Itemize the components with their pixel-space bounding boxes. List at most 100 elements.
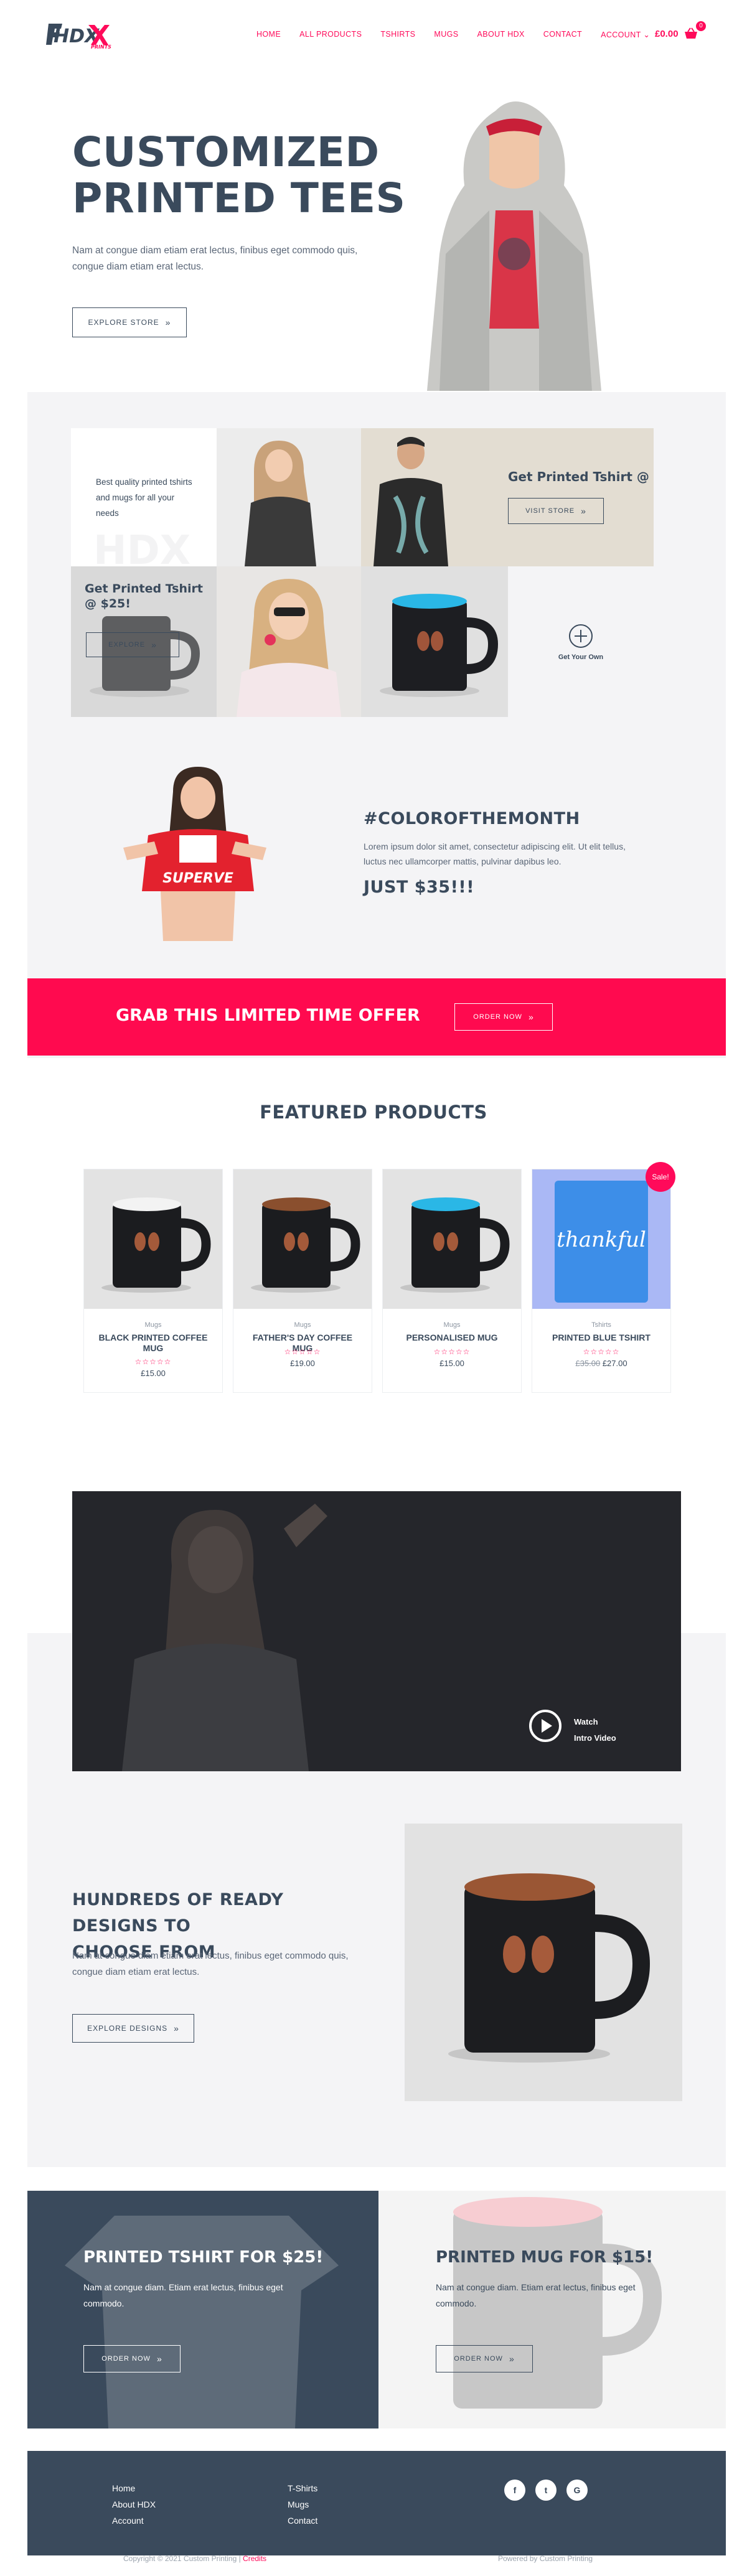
explore-store-button[interactable]: EXPLORE STORE »: [72, 307, 187, 337]
nav-about[interactable]: ABOUT HDX: [477, 30, 524, 39]
watch-video-label: Watch Intro Video: [574, 1714, 616, 1746]
limited-offer-banner: GRAB THIS LIMITED TIME OFFER ORDER NOW »: [27, 978, 726, 1056]
facebook-icon[interactable]: f: [504, 2480, 525, 2501]
product-price: £15.00: [141, 1369, 166, 1378]
credits-link[interactable]: Credits: [243, 2554, 266, 2563]
boy-image: [374, 437, 448, 566]
nav-contact[interactable]: CONTACT: [543, 30, 582, 39]
intro-text: Best quality printed tshirts and mugs fo…: [96, 477, 192, 518]
star-rating-icon: ☆☆☆☆☆: [433, 1347, 471, 1356]
svg-text:thankful: thankful: [557, 1227, 646, 1252]
video-thumbnail-image: [122, 1504, 327, 1771]
footer-link-mugs[interactable]: Mugs: [288, 2499, 309, 2509]
double-chevron-right-icon: »: [151, 640, 157, 650]
basket-icon: [684, 27, 697, 39]
hero-title-line2: PRINTED TEES: [72, 174, 406, 222]
double-chevron-right-icon: »: [528, 1012, 534, 1022]
star-rating-icon: ☆☆☆☆☆: [284, 1347, 321, 1356]
mug-explore-button[interactable]: EXPLORE »: [86, 632, 179, 657]
twitter-icon[interactable]: t: [535, 2480, 557, 2501]
product-price: £19.00: [290, 1359, 315, 1368]
product-category: Mugs: [294, 1321, 311, 1329]
nav-account[interactable]: ACCOUNT ⌄: [601, 30, 650, 39]
visit-store-button[interactable]: VISIT STORE »: [508, 498, 604, 524]
powered-by: Powered by Custom Printing: [498, 2554, 593, 2563]
product-card[interactable]: Mugs PERSONALISED MUG ☆☆☆☆☆ £15.00: [382, 1169, 522, 1393]
product-name[interactable]: PRINTED BLUE TSHIRT: [532, 1332, 670, 1343]
tshirt-order-label: ORDER NOW: [101, 2355, 151, 2363]
cart-button[interactable]: £0.00 0: [655, 21, 706, 40]
footer: Home About HDX Account T-Shirts Mugs Con…: [27, 2451, 726, 2555]
product-image: [233, 1169, 372, 1309]
get-your-own-label: Get Your Own: [558, 653, 604, 661]
product-card[interactable]: Mugs BLACK PRINTED COFFEE MUG ☆☆☆☆☆ £15.…: [83, 1169, 223, 1393]
designs-title-line1: HUNDREDS OF READY DESIGNS TO: [72, 1890, 284, 1936]
mug-explore-label: EXPLORE: [108, 641, 146, 649]
copyright-text: Copyright © 2021 Custom Printing |: [123, 2554, 243, 2563]
footer-link-contact[interactable]: Contact: [288, 2516, 317, 2526]
star-rating-icon: ☆☆☆☆☆: [583, 1347, 620, 1356]
color-month-text: Lorem ipsum dolor sit amet, consectetur …: [364, 841, 626, 866]
explore-designs-label: EXPLORE DESIGNS: [87, 2024, 168, 2033]
watch-label-line1: Watch: [574, 1717, 598, 1726]
logo-subtext: PRINTS: [91, 44, 111, 50]
footer-link-about[interactable]: About HDX: [112, 2499, 156, 2509]
logo-mark: HDX PRINTS: [46, 24, 111, 50]
product-price: £15.00: [439, 1359, 464, 1368]
intro-video[interactable]: Watch Intro Video: [72, 1491, 681, 1771]
nav-all-products[interactable]: ALL PRODUCTS: [299, 30, 362, 39]
play-icon[interactable]: [529, 1709, 562, 1743]
mug-order-button[interactable]: ORDER NOW »: [436, 2345, 533, 2372]
product-name[interactable]: BLACK PRINTED COFFEE MUG: [84, 1332, 222, 1354]
tshirt-offer-heading: PRINTED TSHIRT FOR $25!: [83, 2248, 324, 2267]
tshirt-order-button[interactable]: ORDER NOW »: [83, 2345, 181, 2372]
double-chevron-right-icon: »: [174, 2023, 179, 2033]
product-image: [383, 1169, 521, 1309]
sale-badge: Sale!: [646, 1162, 675, 1192]
featured-products-title: FEATURED PRODUCTS: [260, 1102, 487, 1123]
footer-link-tshirts[interactable]: T-Shirts: [288, 2483, 317, 2493]
cart-total: £0.00: [655, 28, 679, 39]
intro-tile: Best quality printed tshirts and mugs fo…: [71, 428, 217, 566]
hero-title: CUSTOMIZED PRINTED TEES: [72, 129, 408, 222]
nav-home[interactable]: HOME: [256, 30, 281, 39]
mug-offer-title: Get Printed Tshirt @ $25!: [85, 582, 203, 611]
nav-account-label: ACCOUNT: [601, 30, 641, 39]
watermark-logo: HDX: [93, 528, 191, 566]
star-rating-icon: ☆☆☆☆☆: [134, 1357, 172, 1366]
designs-text: Nam at congue diam etiam erat lectus, fi…: [72, 1951, 349, 1977]
copyright: Copyright © 2021 Custom Printing | Credi…: [123, 2554, 266, 2563]
site-logo[interactable]: HDX PRINTS: [45, 19, 120, 50]
model-tile-image: [217, 428, 361, 566]
product-category: Mugs: [443, 1321, 461, 1329]
explore-store-label: EXPLORE STORE: [88, 318, 159, 327]
mug-offer-panel: PRINTED MUG FOR $15! Nam at congue diam.…: [378, 2191, 726, 2428]
nav-mugs[interactable]: MUGS: [434, 30, 458, 39]
cart-count-badge: 0: [696, 21, 706, 31]
footer-link-home[interactable]: Home: [112, 2483, 135, 2493]
double-chevron-right-icon: »: [581, 506, 586, 516]
product-name[interactable]: PERSONALISED MUG: [383, 1332, 521, 1343]
product-price: £27.00: [602, 1359, 627, 1368]
color-month-model-image: SUPERVE: [123, 767, 266, 941]
mug-order-label: ORDER NOW: [454, 2355, 503, 2363]
designs-mug-image: [405, 1824, 682, 2101]
hero-model-image: [427, 101, 601, 391]
footer-link-account[interactable]: Account: [112, 2516, 144, 2526]
google-icon[interactable]: G: [566, 2480, 588, 2501]
color-month-price: JUST $35!!!: [364, 878, 475, 897]
tshirt-offer-title: Get Printed Tshirt @ $25!: [508, 469, 654, 484]
mug-offer-tile: Get Printed Tshirt @ $25! EXPLORE »: [71, 566, 217, 717]
plus-circle-icon: [569, 624, 593, 648]
explore-designs-button[interactable]: EXPLORE DESIGNS »: [72, 2014, 194, 2043]
order-now-button[interactable]: ORDER NOW »: [454, 1003, 553, 1031]
main-nav: HOME ALL PRODUCTS TSHIRTS MUGS ABOUT HDX…: [256, 30, 650, 39]
watch-label-line2: Intro Video: [574, 1733, 616, 1743]
order-now-label: ORDER NOW: [473, 1013, 522, 1021]
nav-tshirts[interactable]: TSHIRTS: [380, 30, 415, 39]
product-category: Tshirts: [591, 1321, 611, 1329]
product-card[interactable]: thankful Sale! Tshirts PRINTED BLUE TSHI…: [532, 1162, 675, 1393]
product-card[interactable]: Mugs FATHER'S DAY COFFEE MUG ☆☆☆☆☆ £19.0…: [233, 1169, 372, 1393]
get-your-own-tile[interactable]: Get Your Own: [508, 566, 654, 717]
chevron-down-icon: ⌄: [643, 30, 651, 39]
